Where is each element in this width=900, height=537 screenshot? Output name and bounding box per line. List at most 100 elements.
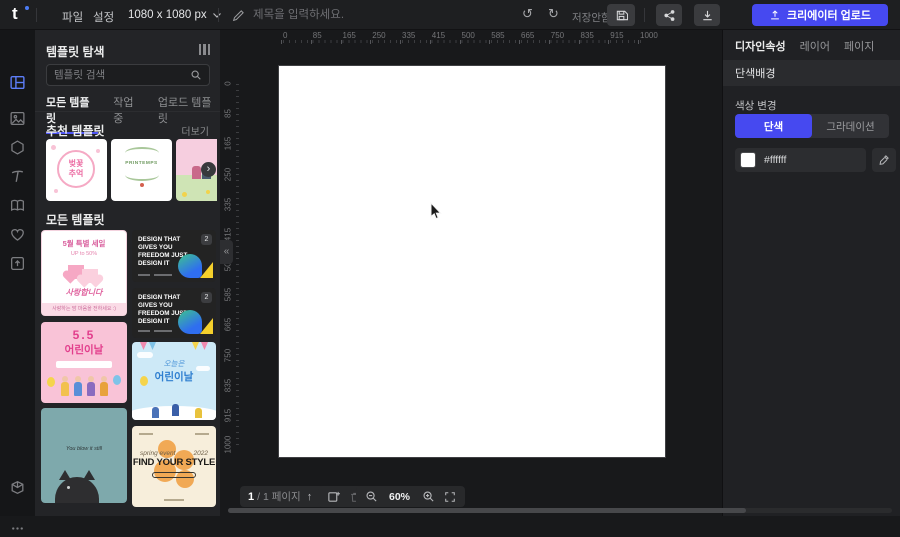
thumbnail-next-button[interactable]: › (201, 162, 216, 177)
sale-subtitle: UP to 50% (42, 251, 126, 257)
balloon (140, 376, 148, 386)
save-button[interactable] (607, 4, 635, 26)
app-logo[interactable]: t (12, 4, 18, 24)
template-card-find-your-style[interactable]: spring event 2022 FIND YOUR STYLE (132, 426, 216, 507)
caption-bar (138, 274, 150, 276)
zoom-controls: 60% (356, 486, 465, 507)
template-search[interactable] (46, 64, 210, 86)
template-card-design-2[interactable]: DESIGN THAT GIVES YOU FREEDOM JUST DESIG… (132, 288, 216, 338)
rail-text-icon[interactable] (9, 168, 26, 185)
fill-type-switch: 단색 그라데이션 (735, 114, 889, 138)
page-total-label: / 1 페이지 (257, 489, 301, 504)
zoom-in-button[interactable] (417, 486, 439, 507)
bunting (192, 342, 199, 350)
recommended-title: 추천 템플릿 (46, 122, 105, 139)
logo-dot (25, 6, 29, 10)
eyedropper-button[interactable] (872, 148, 896, 172)
template-thumb-printemps[interactable]: PRINTEMPS (111, 139, 172, 201)
template-card-childrens-day-pink[interactable]: 5.5 어린이날 (41, 322, 127, 403)
zoom-level[interactable]: 60% (382, 491, 417, 503)
hearts-illustration (42, 261, 126, 287)
canvas-workspace[interactable]: 0851652503354155005856657508359151000 08… (220, 30, 722, 516)
page-up-button[interactable]: ↑ (301, 491, 319, 503)
menu-settings[interactable]: 설정 (93, 9, 114, 25)
kid-figure (195, 408, 202, 418)
rail-more-icon[interactable] (9, 520, 26, 537)
menu-file[interactable]: 파일 (62, 9, 83, 25)
template-card-childrens-day-blue[interactable]: 오늘은 어린이날 (132, 342, 216, 420)
template-thumb-blossom[interactable]: 벚꽃 추억 (46, 139, 107, 201)
template-card-design-1[interactable]: DESIGN THAT GIVES YOU FREEDOM JUST DESIG… (132, 230, 216, 282)
section-solid-background: 단색배경 (723, 60, 900, 86)
design-page[interactable] (279, 66, 665, 457)
scrollbar-thumb[interactable] (228, 508, 746, 513)
mouse-cursor (430, 202, 443, 221)
template-card-cat[interactable]: You blow it still (41, 408, 127, 503)
caption-bar (139, 433, 153, 435)
cloud (137, 352, 153, 358)
rail-uploads-icon[interactable] (9, 255, 26, 272)
panel-title: 템플릿 탐색 (46, 43, 105, 60)
template-card-sale[interactable]: 5월 특별 세일 UP to 50% 사랑합니다 사랑하는 맘 마음을 전하세요… (41, 230, 127, 316)
rail-resources-icon[interactable] (9, 479, 26, 496)
design-title-input[interactable] (253, 5, 483, 25)
divider (36, 8, 37, 22)
more-link[interactable]: 더보기 (181, 123, 209, 138)
rail-photos-icon[interactable] (9, 110, 26, 127)
zoom-out-button[interactable] (360, 486, 382, 507)
tool-rail (0, 30, 35, 516)
grid-layout-icon[interactable] (199, 44, 211, 55)
rail-templates-icon[interactable] (9, 74, 26, 91)
style-pill (152, 472, 196, 478)
recommended-thumbnails: 벚꽃 추억 PRINTEMPS (46, 139, 217, 201)
redo-icon[interactable]: ↻ (548, 6, 559, 22)
floppy-disk-icon (615, 9, 628, 22)
share-button[interactable] (656, 4, 682, 26)
wreath-top (125, 147, 159, 159)
bunting (149, 342, 156, 350)
add-page-button[interactable] (322, 486, 344, 507)
canvas-size-dropdown[interactable]: 1080 x 1080 px (128, 9, 221, 21)
zoom-out-icon (365, 490, 378, 503)
tab-design-properties[interactable]: 디자인속성 (735, 38, 786, 54)
caption-bar (56, 361, 112, 368)
fullscreen-icon (444, 491, 456, 503)
rail-elements-icon[interactable] (9, 139, 26, 156)
style-year: 2022 (194, 450, 208, 457)
blossom-badge: 벚꽃 추억 (57, 150, 95, 188)
save-status: 저장안함 (572, 10, 611, 25)
divider (35, 111, 220, 112)
fit-screen-button[interactable] (439, 486, 461, 507)
children-55: 5.5 (41, 328, 127, 342)
color-swatch[interactable] (740, 152, 756, 168)
download-button[interactable] (694, 4, 720, 26)
creator-upload-button[interactable]: 크리에이터 업로드 (752, 4, 888, 26)
horizontal-scrollbar[interactable] (228, 508, 892, 513)
caption-bar (195, 433, 209, 435)
eyedropper-icon (878, 154, 890, 166)
background-color-field[interactable]: #ffffff (735, 148, 866, 172)
caption-bar (138, 330, 150, 332)
fill-gradient-option[interactable]: 그라데이션 (812, 114, 889, 138)
fill-solid-option[interactable]: 단색 (735, 114, 812, 138)
divider (218, 8, 219, 22)
style-event: spring event (140, 450, 175, 457)
rail-favorites-icon[interactable] (9, 226, 26, 243)
tab-working[interactable]: 작업중 (113, 94, 143, 134)
kid-figure (152, 407, 159, 418)
sale-footer: 사랑하는 맘 마음을 전하세요 :) (42, 303, 126, 315)
undo-icon[interactable]: ↺ (522, 6, 533, 22)
search-icon (190, 69, 202, 81)
sale-script: 사랑합니다 (42, 287, 126, 298)
share-icon (663, 9, 676, 22)
printemps-title: PRINTEMPS (111, 161, 172, 166)
template-search-input[interactable] (54, 69, 190, 81)
style-title: FIND YOUR STYLE (132, 457, 216, 468)
properties-panel: 디자인속성 레이어 페이지 단색배경 색상 변경 단색 그라데이션 #fffff… (722, 30, 900, 516)
gradient-blob (178, 254, 202, 278)
panel-collapse-button[interactable]: « (220, 240, 233, 264)
flower-dot (140, 183, 144, 187)
tab-layers[interactable]: 레이어 (800, 38, 830, 54)
rail-pages-icon[interactable] (9, 197, 26, 214)
tab-pages[interactable]: 페이지 (844, 38, 874, 54)
